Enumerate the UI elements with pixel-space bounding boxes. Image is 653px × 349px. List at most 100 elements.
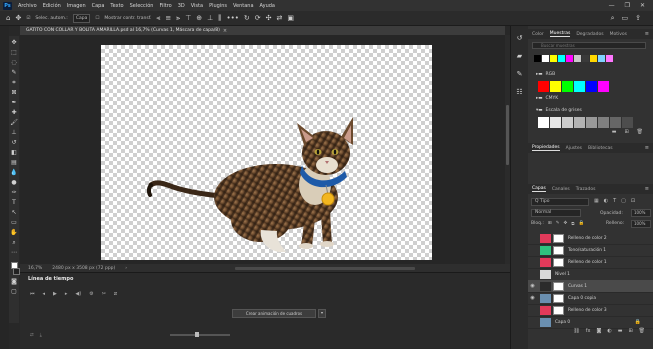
type-icon[interactable]: T: [10, 199, 18, 206]
link-icon[interactable]: ⛓: [573, 328, 579, 337]
layer-thumbnail[interactable]: [540, 293, 551, 303]
background-color-swatch[interactable]: [12, 268, 20, 275]
screen-mode-icon[interactable]: ▢: [10, 288, 18, 295]
close-document-icon[interactable]: ×: [220, 28, 227, 34]
layer-thumbnail[interactable]: [540, 269, 551, 279]
recent-swatch[interactable]: [574, 55, 581, 62]
minimize-icon[interactable]: —: [609, 2, 615, 9]
timeline-zoom-slider[interactable]: [170, 334, 230, 336]
marquee-icon[interactable]: ⬚: [10, 49, 18, 56]
menu-3d[interactable]: 3D: [175, 3, 188, 9]
delete-layer-icon[interactable]: 🗑: [639, 328, 645, 337]
brush-settings-icon[interactable]: ✎: [517, 70, 523, 78]
timeline-zoom-knob[interactable]: [195, 332, 199, 337]
filter-shape-icon[interactable]: ▢: [621, 198, 626, 204]
document-tab[interactable]: GATITO CON COLLAR Y BOLITA AMARILLA.psd …: [20, 26, 505, 35]
rgb-swatch[interactable]: [562, 81, 573, 92]
rgb-swatch[interactable]: [574, 81, 585, 92]
lock-all-icon[interactable]: 🔒: [578, 221, 584, 227]
tab-color[interactable]: Color: [532, 32, 544, 37]
filter-adjust-icon[interactable]: ◐: [604, 198, 608, 204]
path-select-icon[interactable]: ↖: [10, 209, 18, 216]
shape-icon[interactable]: ▭: [10, 219, 18, 226]
layer-thumbnail[interactable]: [540, 305, 551, 315]
gray-swatch[interactable]: [562, 117, 573, 128]
layer-mask-thumbnail[interactable]: [553, 281, 564, 291]
auto-select-dropdown[interactable]: Capa: [72, 13, 91, 23]
rgb-swatch[interactable]: [586, 81, 597, 92]
layer-filter-dropdown[interactable]: Q Tipo: [531, 198, 589, 206]
lock-artboard-icon[interactable]: ⧉: [571, 221, 574, 227]
layer-mask-thumbnail[interactable]: [553, 293, 564, 303]
recent-swatch[interactable]: [566, 55, 573, 62]
lock-paint-icon[interactable]: ✎: [556, 221, 560, 227]
audio-icon[interactable]: ◀): [75, 291, 81, 297]
recent-swatch[interactable]: [542, 55, 549, 62]
filter-smart-icon[interactable]: ⊡: [631, 198, 635, 204]
panel-menu-icon[interactable]: ≡: [645, 186, 653, 192]
hand-icon[interactable]: ✋: [10, 229, 18, 236]
tab-muestras[interactable]: Muestras: [549, 31, 571, 37]
convert-icon[interactable]: ⇄: [30, 333, 34, 338]
brush-icon[interactable]: 🖌: [10, 119, 18, 126]
lock-pixels-icon[interactable]: ⊞: [548, 221, 552, 227]
layer-mask-thumbnail[interactable]: [553, 233, 564, 243]
menu-ventana[interactable]: Ventana: [230, 3, 257, 9]
opacity-input[interactable]: 100%: [631, 209, 651, 217]
share-icon[interactable]: ⇪: [635, 14, 641, 23]
filter-pixel-icon[interactable]: ▦: [594, 198, 599, 204]
recent-swatch[interactable]: [582, 55, 589, 62]
layer-mask-thumbnail[interactable]: [553, 245, 564, 255]
new-group-icon[interactable]: ▬: [618, 328, 623, 337]
gray-swatch[interactable]: [610, 117, 621, 128]
rgb-swatch[interactable]: [538, 81, 549, 92]
more-tools-icon[interactable]: ⋯: [10, 249, 18, 256]
tab-ajustes[interactable]: Ajustes: [566, 146, 582, 151]
recent-swatch[interactable]: [550, 55, 557, 62]
menu-vista[interactable]: Vista: [188, 3, 206, 9]
play-icon[interactable]: ▶: [53, 291, 57, 297]
rgb-swatch[interactable]: [598, 81, 609, 92]
3d-pan-icon[interactable]: ✣: [266, 14, 272, 22]
move-tool-icon[interactable]: ✥: [15, 14, 21, 22]
menu-plugins[interactable]: Plugins: [206, 3, 230, 9]
tab-bibliotecas[interactable]: Bibliotecas: [588, 146, 613, 151]
swatch-group-rgb[interactable]: ▸▬ RGB: [536, 72, 555, 77]
layer-mask-thumbnail[interactable]: [553, 305, 564, 315]
more-options-icon[interactable]: •••: [227, 14, 239, 22]
recent-swatch[interactable]: [598, 55, 605, 62]
new-swatch-icon[interactable]: ⊞: [624, 129, 628, 137]
quick-mask-icon[interactable]: ◙: [10, 278, 18, 285]
stamp-icon[interactable]: ⊥: [10, 129, 18, 136]
timeline-mode-dropdown[interactable]: ▾: [318, 309, 326, 318]
layer-thumbnail[interactable]: [540, 245, 551, 255]
history-brush-icon[interactable]: ↺: [10, 139, 18, 146]
close-window-icon[interactable]: ✕: [640, 2, 645, 9]
lasso-icon[interactable]: ◌: [10, 59, 18, 66]
zoom-icon[interactable]: ⌕: [10, 239, 18, 246]
recent-swatch[interactable]: [606, 55, 613, 62]
history-icon[interactable]: ↺: [517, 34, 523, 42]
align-left-icon[interactable]: ⫷: [156, 14, 160, 23]
eraser-icon[interactable]: ◧: [10, 149, 18, 156]
new-layer-icon[interactable]: ⊞: [628, 328, 632, 337]
tab-capas[interactable]: Capas: [532, 186, 546, 192]
swatch-group-grayscale[interactable]: ▾▬ Escala de grises: [536, 108, 582, 113]
render-icon[interactable]: ⤓: [40, 332, 42, 338]
add-mask-icon[interactable]: ◙: [596, 328, 601, 337]
frame-icon[interactable]: ⊠: [10, 89, 18, 96]
menu-archivo[interactable]: Archivo: [15, 3, 40, 9]
panel-menu-icon[interactable]: ≡: [645, 31, 653, 37]
transform-controls-checkbox[interactable]: ☐: [95, 16, 99, 21]
timeline-tab[interactable]: Línea de tiempo: [28, 276, 73, 285]
workspace-icon[interactable]: ▭: [622, 14, 629, 23]
tab-trazados[interactable]: Trazados: [576, 187, 596, 192]
menu-filtro[interactable]: Filtro: [156, 3, 174, 9]
recent-swatch[interactable]: [590, 55, 597, 62]
gray-swatch[interactable]: [598, 117, 609, 128]
layer-thumbnail[interactable]: [540, 317, 551, 327]
3d-orbit-icon[interactable]: ↻: [244, 14, 250, 22]
gray-swatch[interactable]: [538, 117, 549, 128]
blur-icon[interactable]: 💧: [10, 169, 18, 176]
new-group-icon[interactable]: ▬: [612, 129, 617, 137]
